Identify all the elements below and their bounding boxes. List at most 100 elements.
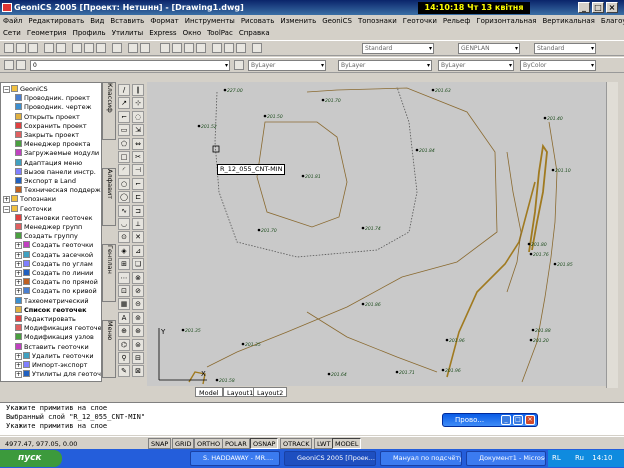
draw-tool-icon[interactable]: / [118, 84, 130, 96]
tree-geo-item[interactable]: + Создать по прямой [15, 278, 98, 287]
menu-main-5[interactable]: Инструменты [182, 15, 238, 27]
menu-second-0[interactable]: Сети [0, 27, 24, 39]
menu-second-3[interactable]: Утилиты [109, 27, 147, 39]
tab-alphabet[interactable]: Алфавит [102, 168, 116, 226]
tree-item[interactable]: Закрыть проект [15, 131, 79, 140]
task-geonics[interactable]: GeoniCS 2005 [Проек... [284, 451, 376, 466]
geopoint-marker[interactable] [361, 226, 365, 230]
menu-second-4[interactable]: Express [146, 27, 179, 39]
tree-item[interactable]: Вызов панели инстр. [15, 167, 96, 177]
modify-tool-icon[interactable]: ⊜ [132, 338, 144, 351]
modify-tool-icon[interactable]: ⊗ [132, 271, 144, 284]
tree-item[interactable]: Проводник. чертеж [15, 103, 91, 112]
modify-tool-icon[interactable]: ⊘ [132, 285, 144, 297]
tree-geo-item[interactable]: Тахеометрический [15, 296, 89, 306]
tab-model[interactable]: Model [195, 387, 223, 397]
tree-item[interactable]: Менеджер проекта [15, 140, 90, 149]
cut-icon[interactable] [72, 43, 82, 53]
draw-tool-icon[interactable]: ◈ [118, 244, 130, 257]
new-icon[interactable] [4, 43, 14, 53]
modify-tool-icon[interactable]: ⟂ [132, 218, 144, 230]
modify-tool-icon[interactable]: ⊏ [132, 191, 144, 204]
float-close-icon[interactable]: × [525, 415, 535, 425]
draw-tool-icon[interactable]: ⋯ [118, 271, 130, 284]
draw-tool-icon[interactable]: A [118, 311, 130, 324]
modify-tool-icon[interactable]: ⊣ [132, 164, 144, 177]
tab-menu[interactable]: Меню [102, 320, 116, 378]
geopoint-marker[interactable] [441, 368, 445, 372]
geopoint-marker[interactable] [361, 302, 365, 306]
status-toggle-osnap[interactable]: OSNAP [250, 438, 279, 449]
draw-tool-icon[interactable]: ▦ [118, 298, 130, 311]
expand-icon[interactable]: − [3, 205, 10, 213]
tree-item[interactable]: Экспорт в Land [15, 177, 76, 186]
draw-tool-icon[interactable]: ⌬ [118, 338, 130, 351]
expand-icon[interactable]: + [15, 242, 22, 250]
dim-style-combo[interactable]: GENPLAN [458, 43, 520, 54]
expand-icon[interactable]: + [15, 288, 22, 296]
design-center-icon[interactable] [224, 43, 234, 53]
draw-tool-icon[interactable]: ○ [118, 177, 130, 190]
status-toggle-snap[interactable]: SNAP [148, 438, 172, 449]
geopoint-marker[interactable] [257, 228, 261, 232]
tree-geo-item[interactable]: + Удалить геоточки [15, 351, 94, 361]
tree-geo-item[interactable]: + Импорт-экспорт [15, 361, 87, 370]
expand-icon[interactable]: − [3, 86, 10, 93]
geopoint-marker[interactable] [263, 114, 267, 118]
help-icon[interactable] [252, 43, 262, 53]
tree-root-geonics[interactable]: − GeoniCS [3, 85, 48, 94]
task-manual[interactable]: Мануал по подсчёту... [380, 451, 462, 466]
geopoint-marker[interactable] [543, 116, 547, 120]
modify-tool-icon[interactable]: ⊿ [132, 244, 144, 257]
geopoint-marker[interactable] [527, 242, 531, 246]
status-toggle-ortho[interactable]: ORTHO [194, 438, 224, 449]
tool-palette-icon[interactable] [236, 43, 246, 53]
geopoint-marker[interactable] [395, 370, 399, 374]
geopoint-marker[interactable] [241, 342, 245, 346]
draw-tool-icon[interactable]: ∿ [118, 204, 130, 217]
task-word-document[interactable]: Документ1 - Microsof... [466, 451, 546, 466]
menu-main-1[interactable]: Редактировать [25, 15, 87, 27]
text-style-combo[interactable]: Standard [362, 43, 434, 54]
draw-tool-icon[interactable]: ▭ [118, 124, 130, 137]
draw-tool-icon[interactable]: ⊡ [118, 285, 130, 297]
linetype-combo[interactable]: ByLayer [338, 60, 432, 71]
tree-geo-item[interactable]: + Создать по углам [15, 259, 93, 269]
undo-icon[interactable] [128, 43, 138, 53]
expand-icon[interactable]: + [15, 251, 22, 259]
print-icon[interactable] [44, 43, 54, 53]
start-button[interactable]: пуск [0, 450, 62, 467]
properties-icon[interactable] [212, 43, 222, 53]
tree-geo-item[interactable]: Редактировать [15, 315, 76, 324]
menu-second-5[interactable]: Окно [180, 27, 205, 39]
color-combo[interactable]: ByLayer [248, 60, 326, 71]
menu-main-7[interactable]: Изменить [277, 15, 319, 27]
geopoint-marker[interactable] [197, 124, 201, 128]
status-toggle-polar[interactable]: POLAR [222, 438, 250, 449]
tree-geo-item[interactable]: + Создать засечкой [15, 250, 93, 260]
menu-main-3[interactable]: Вставить [107, 15, 147, 27]
close-button[interactable]: × [606, 2, 618, 13]
tree-item[interactable]: Сохранить проект [15, 121, 87, 131]
geopoint-marker[interactable] [553, 262, 557, 266]
menu-main-8[interactable]: GeoniCS [319, 15, 355, 27]
modify-tool-icon[interactable]: ⊐ [132, 204, 144, 217]
modify-tool-icon[interactable]: ⊠ [132, 365, 144, 378]
zoom-previous-icon[interactable] [196, 43, 206, 53]
paste-icon[interactable] [96, 43, 106, 53]
expand-icon[interactable]: + [15, 371, 22, 379]
modify-tool-icon[interactable]: ⊚ [132, 311, 144, 324]
geopoint-marker[interactable] [301, 174, 305, 178]
menu-main-11[interactable]: Рельеф [440, 15, 473, 27]
tree-item[interactable]: Техническая поддержка [15, 186, 101, 195]
menu-second-1[interactable]: Геометрия [24, 27, 70, 39]
tree-geo-item[interactable]: + Утилиты для геоточек [15, 370, 101, 379]
drawing-canvas[interactable]: 227.00 201.52 201.70 201.50 201.81 201.84 201.… [147, 82, 606, 392]
tree-geo-item[interactable]: Менеджер групп [15, 223, 82, 232]
zoom-window-icon[interactable] [184, 43, 194, 53]
layer-state-icon[interactable] [16, 60, 26, 70]
task-haddaway[interactable]: S. HADDAWAY - MR.... [190, 451, 280, 466]
zoom-icon[interactable] [172, 43, 182, 53]
geopoint-marker[interactable] [321, 98, 325, 102]
layer-combo[interactable]: 0 [30, 60, 230, 71]
